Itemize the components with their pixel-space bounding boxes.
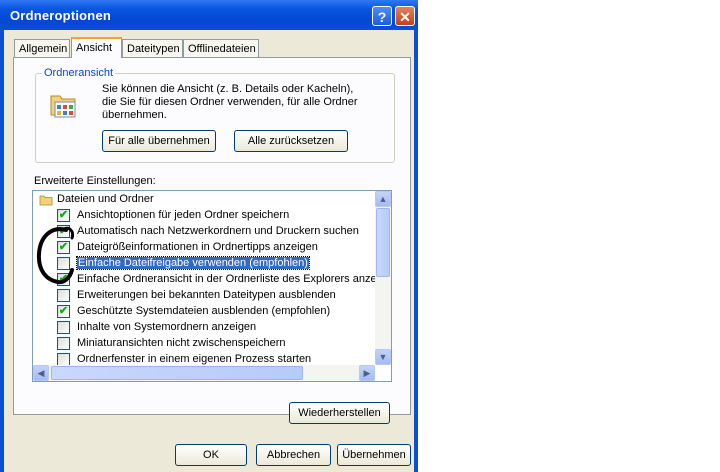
vertical-scroll-thumb[interactable]: [376, 208, 390, 277]
tab-dateitypen[interactable]: Dateitypen: [122, 39, 183, 57]
ok-button[interactable]: OK: [175, 444, 247, 466]
setting-label: Geschützte Systemdateien ausblenden (emp…: [77, 305, 331, 317]
advanced-settings-list[interactable]: Dateien und Ordner ✔ Ansichtoptionen für …: [32, 190, 392, 382]
setting-label: Miniaturansichten nicht zwischenspeicher…: [77, 337, 286, 349]
description-line: Sie können die Ansicht (z. B. Details od…: [102, 83, 354, 95]
checkbox-unchecked[interactable]: [57, 337, 70, 350]
scroll-left-button[interactable]: ◀: [33, 365, 49, 381]
setting-label: Dateigrößeinformationen in Ordnertipps a…: [77, 241, 318, 253]
help-button[interactable]: ?: [372, 6, 392, 26]
checkbox-checked[interactable]: ✔: [57, 305, 70, 318]
reset-all-folders-button[interactable]: Alle zurücksetzen: [234, 130, 348, 152]
description-line: die Sie für diesen Ordner verwenden, für…: [102, 96, 358, 108]
close-button[interactable]: ✕: [395, 6, 415, 26]
cancel-button[interactable]: Abbrechen: [256, 444, 331, 466]
setting-label: Automatisch nach Netzwerkordnern und Dru…: [77, 225, 359, 237]
title-bar[interactable]: Ordneroptionen ? ✕: [0, 0, 418, 30]
tab-offlinedateien[interactable]: Offlinedateien: [183, 39, 259, 57]
checkbox-unchecked[interactable]: [57, 289, 70, 302]
tab-allgemein[interactable]: Allgemein: [14, 39, 70, 57]
setting-label: Einfache Dateifreigabe verwenden (empfoh…: [76, 256, 310, 270]
setting-label: Ansichtoptionen für jeden Ordner speiche…: [77, 209, 290, 221]
dialog-title: Ordneroptionen: [10, 8, 112, 23]
setting-label: Inhalte von Systemordnern anzeigen: [77, 321, 257, 333]
scroll-right-button[interactable]: ▶: [359, 365, 375, 381]
tab-ansicht[interactable]: Ansicht: [71, 37, 122, 58]
apply-button[interactable]: Übernehmen: [337, 444, 411, 466]
folder-icon: [39, 195, 53, 206]
horizontal-scroll-thumb[interactable]: [51, 366, 303, 380]
list-group-label: Dateien und Ordner: [57, 193, 154, 205]
vertical-scrollbar[interactable]: ▲ ▼: [375, 191, 391, 365]
advanced-settings-label: Erweiterte Einstellungen:: [34, 175, 156, 187]
annotation-circle: [36, 226, 74, 285]
horizontal-scrollbar[interactable]: ◀ ▶: [33, 365, 375, 381]
setting-label: Erweiterungen bei bekannten Dateitypen a…: [77, 289, 336, 301]
restore-defaults-button[interactable]: Wiederherstellen: [289, 402, 390, 424]
scroll-up-button[interactable]: ▲: [375, 191, 391, 207]
checkbox-checked[interactable]: ✔: [57, 209, 70, 222]
description-line: übernehmen.: [102, 109, 167, 121]
checkbox-unchecked[interactable]: [57, 321, 70, 334]
setting-label: Einfache Ordneransicht in der Ordnerlist…: [77, 273, 392, 285]
folder-view-icon: [50, 95, 76, 118]
apply-to-all-folders-button[interactable]: Für alle übernehmen: [102, 130, 216, 152]
setting-label: Ordnerfenster in einem eigenen Prozess s…: [77, 353, 312, 365]
folder-view-description: Sie können die Ansicht (z. B. Details od…: [102, 83, 358, 122]
scroll-down-button[interactable]: ▼: [375, 349, 391, 365]
folder-view-group-title: Ordneransicht: [42, 67, 116, 79]
